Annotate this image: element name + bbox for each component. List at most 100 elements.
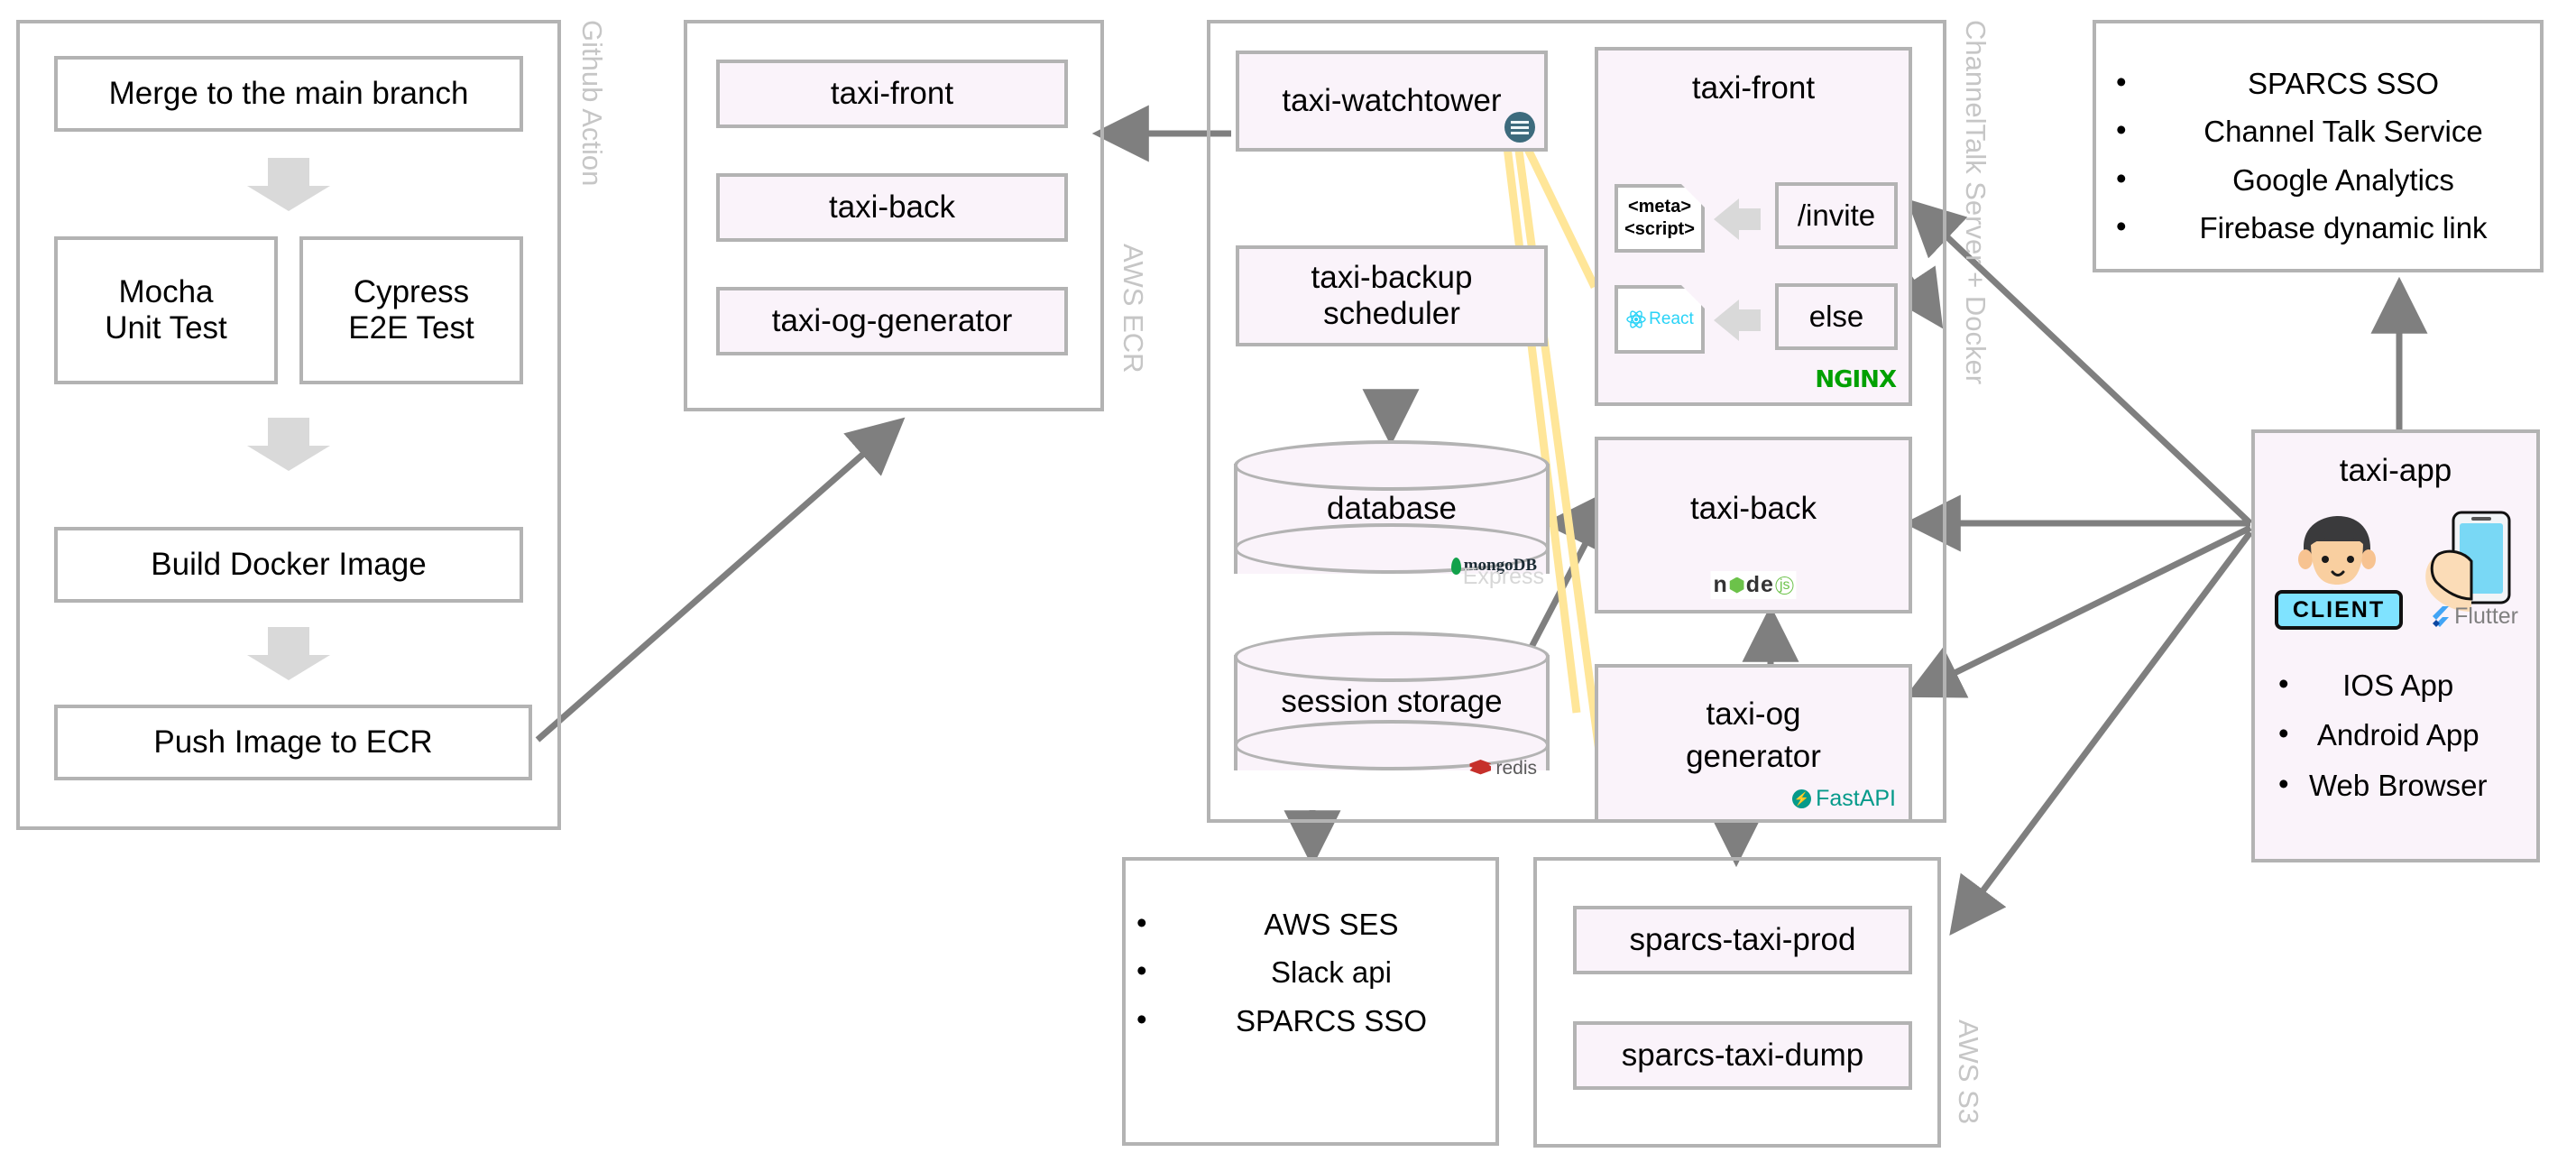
platform-item: • Android App bbox=[2278, 716, 2479, 752]
platform-item: • Web Browser bbox=[2278, 766, 2488, 802]
watchtower-icon bbox=[1504, 112, 1535, 143]
client-illustration: CLIENT Flutter bbox=[2275, 511, 2524, 630]
session-cylinder-top bbox=[1234, 632, 1550, 682]
group-aws-s3 bbox=[1533, 857, 1941, 1148]
nginx-logo-text: NGINX bbox=[1815, 366, 1897, 393]
service-taxi-watchtower-label: taxi-watchtower bbox=[1282, 82, 1502, 118]
architecture-diagram: Github Action Merge to the main branch M… bbox=[0, 0, 2576, 1162]
third-party-item-label: Channel Talk Service bbox=[2203, 115, 2483, 149]
route-invite: /invite bbox=[1775, 182, 1898, 249]
mongodb-leaf-icon bbox=[1450, 557, 1461, 575]
service-taxi-og-generator: taxi-og generator ⚡ FastAPI bbox=[1595, 664, 1912, 823]
third-party-item: • Channel Talk Service bbox=[2116, 113, 2483, 149]
platform-item-label: Web Browser bbox=[2309, 768, 2488, 802]
third-party-list: • SPARCS SSO • Channel Talk Service • Go… bbox=[2096, 23, 2540, 253]
redis-logo: redis bbox=[1469, 758, 1537, 779]
taxi-app-label: taxi-app bbox=[2339, 453, 2452, 488]
service-taxi-og-generator-label: taxi-og generator bbox=[1686, 696, 1821, 775]
arrow-app-to-og bbox=[1904, 524, 2252, 698]
flow-arrow-3-stem bbox=[268, 627, 309, 657]
service-taxi-backup-scheduler-label: taxi-backup scheduler bbox=[1311, 259, 1473, 331]
service-taxi-watchtower: taxi-watchtower bbox=[1236, 51, 1548, 152]
fastapi-logo-text: FastAPI bbox=[1816, 786, 1896, 811]
express-logo-text: Express bbox=[1462, 564, 1544, 589]
taxi-app-platform-list: • IOS App • Android App • Web Browser bbox=[2255, 660, 2487, 810]
arrow-push-to-ecr bbox=[535, 417, 906, 742]
route-else-target-doc: React bbox=[1615, 285, 1705, 354]
flow-arrow-1-head bbox=[247, 186, 330, 212]
react-logo-text: React bbox=[1649, 309, 1694, 328]
route-else: else bbox=[1775, 283, 1898, 350]
service-taxi-front: taxi-front <meta> <script> /invite React bbox=[1595, 47, 1912, 406]
flutter-icon bbox=[2433, 605, 2450, 627]
service-taxi-back-label: taxi-back bbox=[1689, 491, 1817, 526]
flow-arrow-3 bbox=[247, 627, 330, 681]
nodejs-logo-text: n bbox=[1713, 572, 1728, 597]
panel-third-party-services: • SPARCS SSO • Channel Talk Service • Go… bbox=[2093, 20, 2544, 272]
third-party-item-label: Firebase dynamic link bbox=[2199, 211, 2488, 245]
arrow-app-to-s3-prod bbox=[1949, 530, 2253, 936]
nodejs-js-icon: js bbox=[1775, 576, 1794, 595]
nodejs-hex-icon bbox=[1729, 576, 1744, 594]
redis-stack-icon bbox=[1469, 760, 1492, 775]
third-party-item-label: SPARCS SSO bbox=[2247, 67, 2440, 100]
panel-taxi-app: taxi-app CLIENT Flutter • IOS App • Andr… bbox=[2251, 429, 2540, 862]
s3-bucket-sparcs-taxi-prod: sparcs-taxi-prod bbox=[1573, 906, 1912, 974]
s3-bucket-sparcs-taxi-dump: sparcs-taxi-dump bbox=[1573, 1021, 1912, 1090]
flutter-logo: Flutter bbox=[2430, 604, 2518, 630]
third-party-item: • SPARCS SSO bbox=[2116, 65, 2440, 100]
datastore-database-label: database bbox=[1326, 491, 1458, 526]
fastapi-bolt-icon: ⚡ bbox=[1792, 789, 1812, 808]
ecr-repo-taxi-og-generator: taxi-og-generator bbox=[716, 287, 1068, 355]
third-party-item: • Firebase dynamic link bbox=[2116, 209, 2488, 245]
external-service-item: Slack api bbox=[1136, 946, 1495, 996]
ecr-repo-taxi-front: taxi-front bbox=[716, 60, 1068, 128]
route-invite-target-doc: <meta> <script> bbox=[1615, 184, 1705, 253]
step-cypress-e2e-test-label: Cypress E2E Test bbox=[348, 273, 474, 346]
nodejs-logo-text2: de bbox=[1745, 572, 1774, 597]
platform-item-label: Android App bbox=[2316, 718, 2479, 752]
panel-external-services: AWS SES Slack api SPARCS SSO bbox=[1122, 857, 1499, 1146]
external-service-item: SPARCS SSO bbox=[1136, 995, 1495, 1045]
datastore-session-storage-label: session storage bbox=[1281, 684, 1503, 719]
react-logo-svg bbox=[1625, 309, 1647, 330]
route-invite-target-label: <meta> <script> bbox=[1624, 197, 1695, 239]
flutter-logo-text: Flutter bbox=[2454, 604, 2518, 629]
redis-logo-text: redis bbox=[1495, 758, 1537, 779]
service-taxi-front-label: taxi-front bbox=[1691, 70, 1816, 106]
platform-item: • IOS App bbox=[2278, 667, 2454, 702]
third-party-item: • Google Analytics bbox=[2116, 161, 2454, 197]
group-label-channeltalk-server: ChannelTalk Server + Docker bbox=[1960, 20, 1992, 385]
group-label-aws-ecr: AWS ECR bbox=[1118, 244, 1149, 374]
external-services-list: AWS SES Slack api SPARCS SSO bbox=[1126, 861, 1495, 1045]
react-icon: React bbox=[1625, 309, 1694, 330]
fastapi-logo: ⚡ FastAPI bbox=[1792, 786, 1896, 812]
datastore-database: database mongoDB Express bbox=[1234, 440, 1550, 595]
nodejs-logo: n de js bbox=[1710, 571, 1797, 599]
step-mocha-unit-test-label: Mocha Unit Test bbox=[105, 273, 227, 346]
step-build-docker-image: Build Docker Image bbox=[54, 527, 523, 603]
external-service-item: AWS SES bbox=[1136, 899, 1495, 948]
group-label-github-action: Github Action bbox=[576, 20, 608, 187]
flow-arrow-1-stem bbox=[268, 158, 309, 188]
route-invite-arrow bbox=[1714, 198, 1761, 240]
step-mocha-unit-test: Mocha Unit Test bbox=[54, 236, 278, 384]
third-party-item-label: Google Analytics bbox=[2232, 162, 2454, 197]
flow-arrow-2-stem bbox=[268, 418, 309, 447]
service-taxi-back: taxi-back n de js bbox=[1595, 437, 1912, 613]
step-merge-main-branch: Merge to the main branch bbox=[54, 56, 523, 132]
flow-arrow-1 bbox=[247, 158, 330, 212]
platform-item-label: IOS App bbox=[2342, 669, 2454, 702]
step-push-image-to-ecr: Push Image to ECR bbox=[54, 705, 532, 780]
flow-arrow-2 bbox=[247, 418, 330, 472]
database-cylinder-top bbox=[1234, 440, 1550, 491]
service-taxi-backup-scheduler: taxi-backup scheduler bbox=[1236, 245, 1548, 346]
ecr-repo-taxi-back: taxi-back bbox=[716, 173, 1068, 242]
datastore-session-storage: session storage redis bbox=[1234, 632, 1550, 794]
flow-arrow-3-head bbox=[247, 655, 330, 681]
group-label-aws-s3: AWS S3 bbox=[1953, 1019, 1984, 1124]
step-cypress-e2e-test: Cypress E2E Test bbox=[299, 236, 523, 384]
flow-arrow-2-head bbox=[247, 446, 330, 472]
route-else-arrow bbox=[1714, 300, 1761, 341]
client-badge: CLIENT bbox=[2275, 590, 2403, 630]
